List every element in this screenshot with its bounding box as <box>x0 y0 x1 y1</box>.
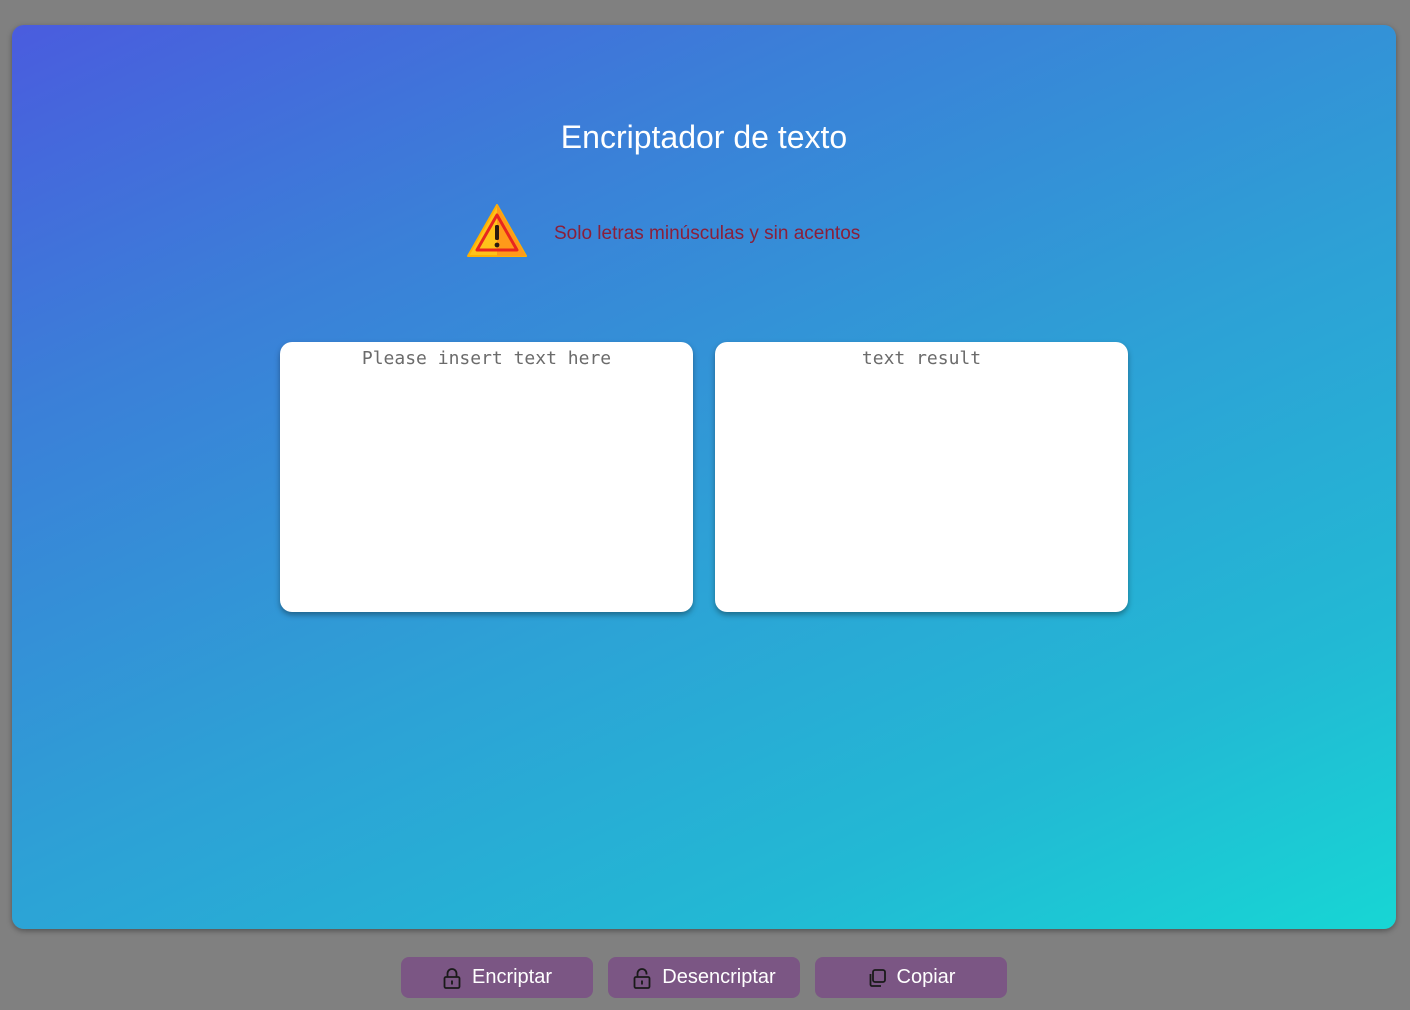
warning-notice: Solo letras minúsculas y sin acentos <box>466 203 860 259</box>
action-bar: Encriptar Desencriptar Copiar <box>401 957 1007 998</box>
warning-triangle-icon <box>467 204 527 257</box>
copy-button[interactable]: Copiar <box>815 957 1007 998</box>
unlock-icon <box>633 967 651 989</box>
main-panel: Encriptador de texto Solo letras minúscu… <box>12 25 1396 929</box>
encrypt-button[interactable]: Encriptar <box>401 957 593 998</box>
decrypt-button[interactable]: Desencriptar <box>608 957 800 998</box>
decrypt-button-label: Desencriptar <box>662 966 776 988</box>
lock-icon <box>443 967 461 989</box>
input-textarea[interactable] <box>280 342 693 612</box>
output-textarea[interactable] <box>715 342 1128 612</box>
encrypt-button-label: Encriptar <box>471 966 553 988</box>
warning-text: Solo letras minúsculas y sin acentos <box>554 223 861 244</box>
copy-button-label: Copiar <box>896 966 956 988</box>
page-title: Encriptador de texto <box>560 119 848 155</box>
copy-icon <box>869 968 886 987</box>
